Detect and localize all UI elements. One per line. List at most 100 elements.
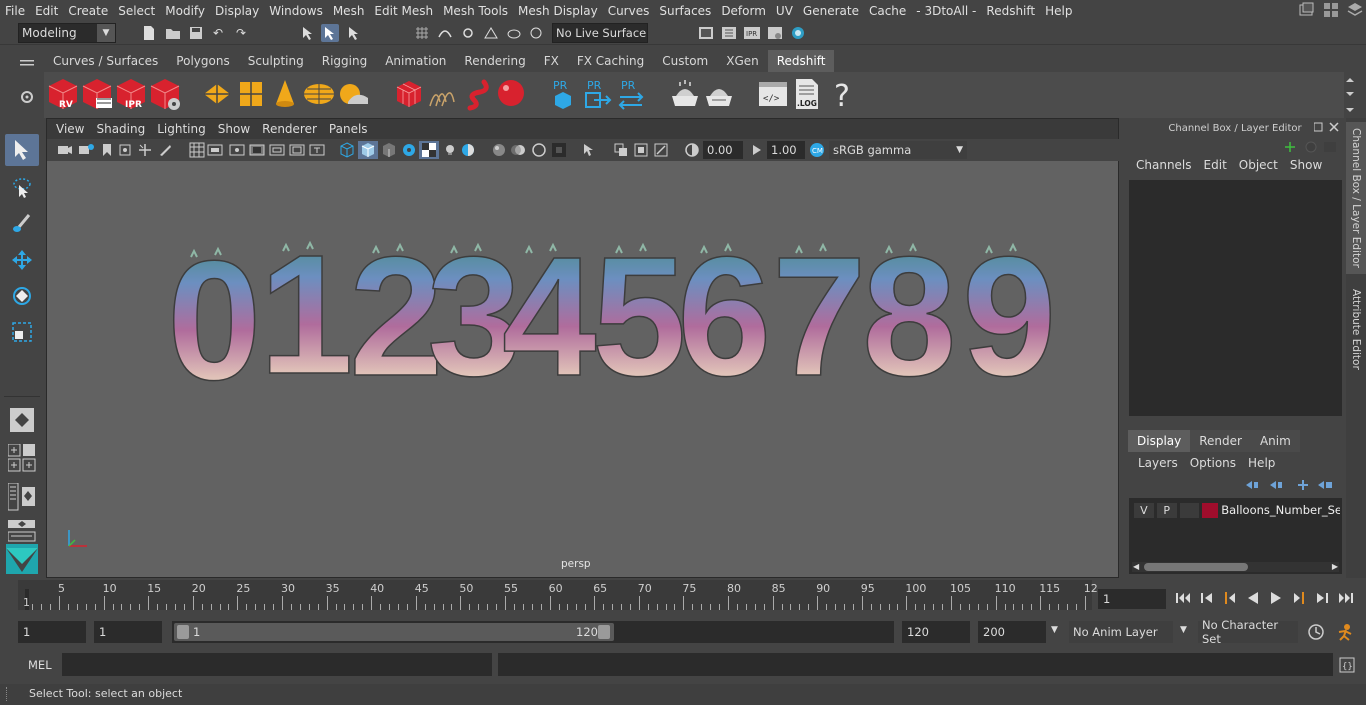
snap-to-curve-icon[interactable] [436,24,454,42]
shelf-settings-gear-icon[interactable] [20,90,34,104]
grease-pencil-icon[interactable] [157,142,173,158]
redshift-ipr-icon[interactable]: IPR [114,76,148,112]
scroll-left-icon[interactable]: ◀ [1133,562,1139,571]
play-forwards-icon[interactable] [1267,589,1285,607]
animation-end-field[interactable]: 200 [978,621,1046,643]
channels-menu[interactable]: Channels [1130,158,1198,172]
range-end-handle[interactable] [598,625,610,639]
redshift-bake-settings-icon[interactable] [702,76,736,112]
menu-file[interactable]: File [0,4,30,18]
redshift-render-view-icon[interactable]: RV [46,76,80,112]
select-tool[interactable] [5,134,39,166]
panel-menu-show[interactable]: Show [212,122,256,136]
layer-tab-display[interactable]: Display [1128,430,1191,452]
ipr-render-icon[interactable]: IPR [743,24,761,42]
redshift-hair-icon[interactable] [426,76,460,112]
channel-object-menu[interactable]: Object [1233,158,1284,172]
anti-aliasing-icon[interactable] [531,142,547,158]
bookmark-icon[interactable] [99,142,115,158]
undo-icon[interactable]: ↶ [209,24,227,42]
menu-uv[interactable]: UV [771,4,798,18]
select-by-object-icon[interactable] [321,24,339,42]
snap-to-view-plane-icon[interactable] [482,24,500,42]
shelf-tab-rigging[interactable]: Rigging [313,50,376,72]
xray-active-components-icon[interactable] [633,142,649,158]
channel-list[interactable] [1129,180,1342,416]
layer-playback-toggle[interactable]: P [1156,502,1177,518]
save-scene-icon[interactable] [187,24,205,42]
new-scene-icon[interactable] [140,24,158,42]
layer-help-menu[interactable]: Help [1242,454,1281,472]
channel-box-toggle-icons[interactable] [1284,140,1338,154]
channel-edit-menu[interactable]: Edit [1198,158,1233,172]
script-editor-icon[interactable]: {} [1339,657,1355,673]
xray-joints-icon[interactable] [653,142,669,158]
image-plane-icon[interactable] [117,142,133,158]
perspective-viewport[interactable]: 0123456789 persp [47,161,1118,577]
camera-attributes-icon[interactable] [78,142,94,158]
chevron-down-icon[interactable]: ▼ [1051,625,1058,635]
color-management-icon[interactable]: CM [809,142,825,158]
select-by-component-icon[interactable] [345,24,363,42]
lasso-tool[interactable] [5,172,39,204]
select-by-hierarchy-icon[interactable] [299,24,317,42]
wireframe-icon[interactable] [339,142,355,158]
menu-edit[interactable]: Edit [30,4,63,18]
snap-to-point-icon[interactable] [459,24,477,42]
redshift-pr-swap-icon[interactable]: PR [614,76,648,112]
step-back-key-icon[interactable] [1198,589,1216,607]
shelf-tab-rendering[interactable]: Rendering [455,50,534,72]
move-tool[interactable] [5,244,39,276]
animation-start-field[interactable]: 1 [18,621,86,643]
layer-tab-render[interactable]: Render [1190,430,1251,452]
layer-action-icons[interactable] [1244,478,1336,492]
view-transform-dropdown[interactable]: sRGB gamma ▼ [829,141,967,159]
redshift-render-settings-icon[interactable] [148,76,182,112]
menu-mesh-tools[interactable]: Mesh Tools [438,4,513,18]
menu-set-dropdown[interactable]: Modeling ▼ [18,23,116,43]
channel-show-menu[interactable]: Show [1284,158,1328,172]
playback-end-field[interactable]: 120 [902,621,970,643]
redshift-ies-light-icon[interactable] [268,76,302,112]
redshift-area-light-icon[interactable] [200,76,234,112]
menu-3dtoall[interactable]: - 3DtoAll - [911,4,981,18]
menu-select[interactable]: Select [113,4,160,18]
rotate-tool[interactable] [5,280,39,312]
side-tab-attribute-editor[interactable]: Attribute Editor [1346,284,1366,374]
make-live-icon[interactable] [527,24,545,42]
shadows-icon[interactable] [460,142,476,158]
snap-to-grid-icon[interactable] [413,24,431,42]
script-language-toggle[interactable]: MEL [18,654,60,676]
menu-generate[interactable]: Generate [798,4,864,18]
layer-options-menu[interactable]: Options [1184,454,1242,472]
layers-stack-icon[interactable] [1346,1,1364,19]
exposure-field[interactable]: 0.00 [703,141,743,159]
go-to-start-icon[interactable] [1175,589,1193,607]
shelf-tab-fx-caching[interactable]: FX Caching [568,50,653,72]
shelf-tab-sculpting[interactable]: Sculpting [239,50,313,72]
default-material-icon[interactable] [381,142,397,158]
menu-help[interactable]: Help [1040,4,1077,18]
gamma-icon[interactable] [749,142,765,158]
menu-create[interactable]: Create [63,4,113,18]
layers-menu[interactable]: Layers [1132,454,1184,472]
safe-action-icon[interactable] [289,142,305,158]
resolution-gate-icon[interactable] [229,142,245,158]
layer-tab-anim[interactable]: Anim [1250,430,1300,452]
redshift-help-icon[interactable]: ? [826,76,860,112]
2d-pan-zoom-icon[interactable] [137,142,153,158]
shelf-menu-icon[interactable] [20,60,34,66]
outliner-persp-layout[interactable] [7,482,36,514]
time-slider[interactable]: 5 10 15 20 25 30 35 40 45 50 55 60 65 70 75 80 85 90 95 100… [18,580,1098,610]
command-input[interactable] [62,653,492,676]
shelf-tab-xgen[interactable]: XGen [717,50,768,72]
grid-toggle-icon[interactable] [189,142,205,158]
redshift-sphere-material-icon[interactable] [494,76,528,112]
render-settings-icon[interactable] [766,24,784,42]
isolate-select-icon[interactable] [581,142,597,158]
open-scene-icon[interactable] [164,24,182,42]
playback-start-field[interactable]: 1 [94,621,162,643]
redshift-sun-sky-icon[interactable] [336,76,370,112]
redshift-pr-mesh-icon[interactable]: PR [546,76,580,112]
shelf-tab-custom[interactable]: Custom [653,50,717,72]
